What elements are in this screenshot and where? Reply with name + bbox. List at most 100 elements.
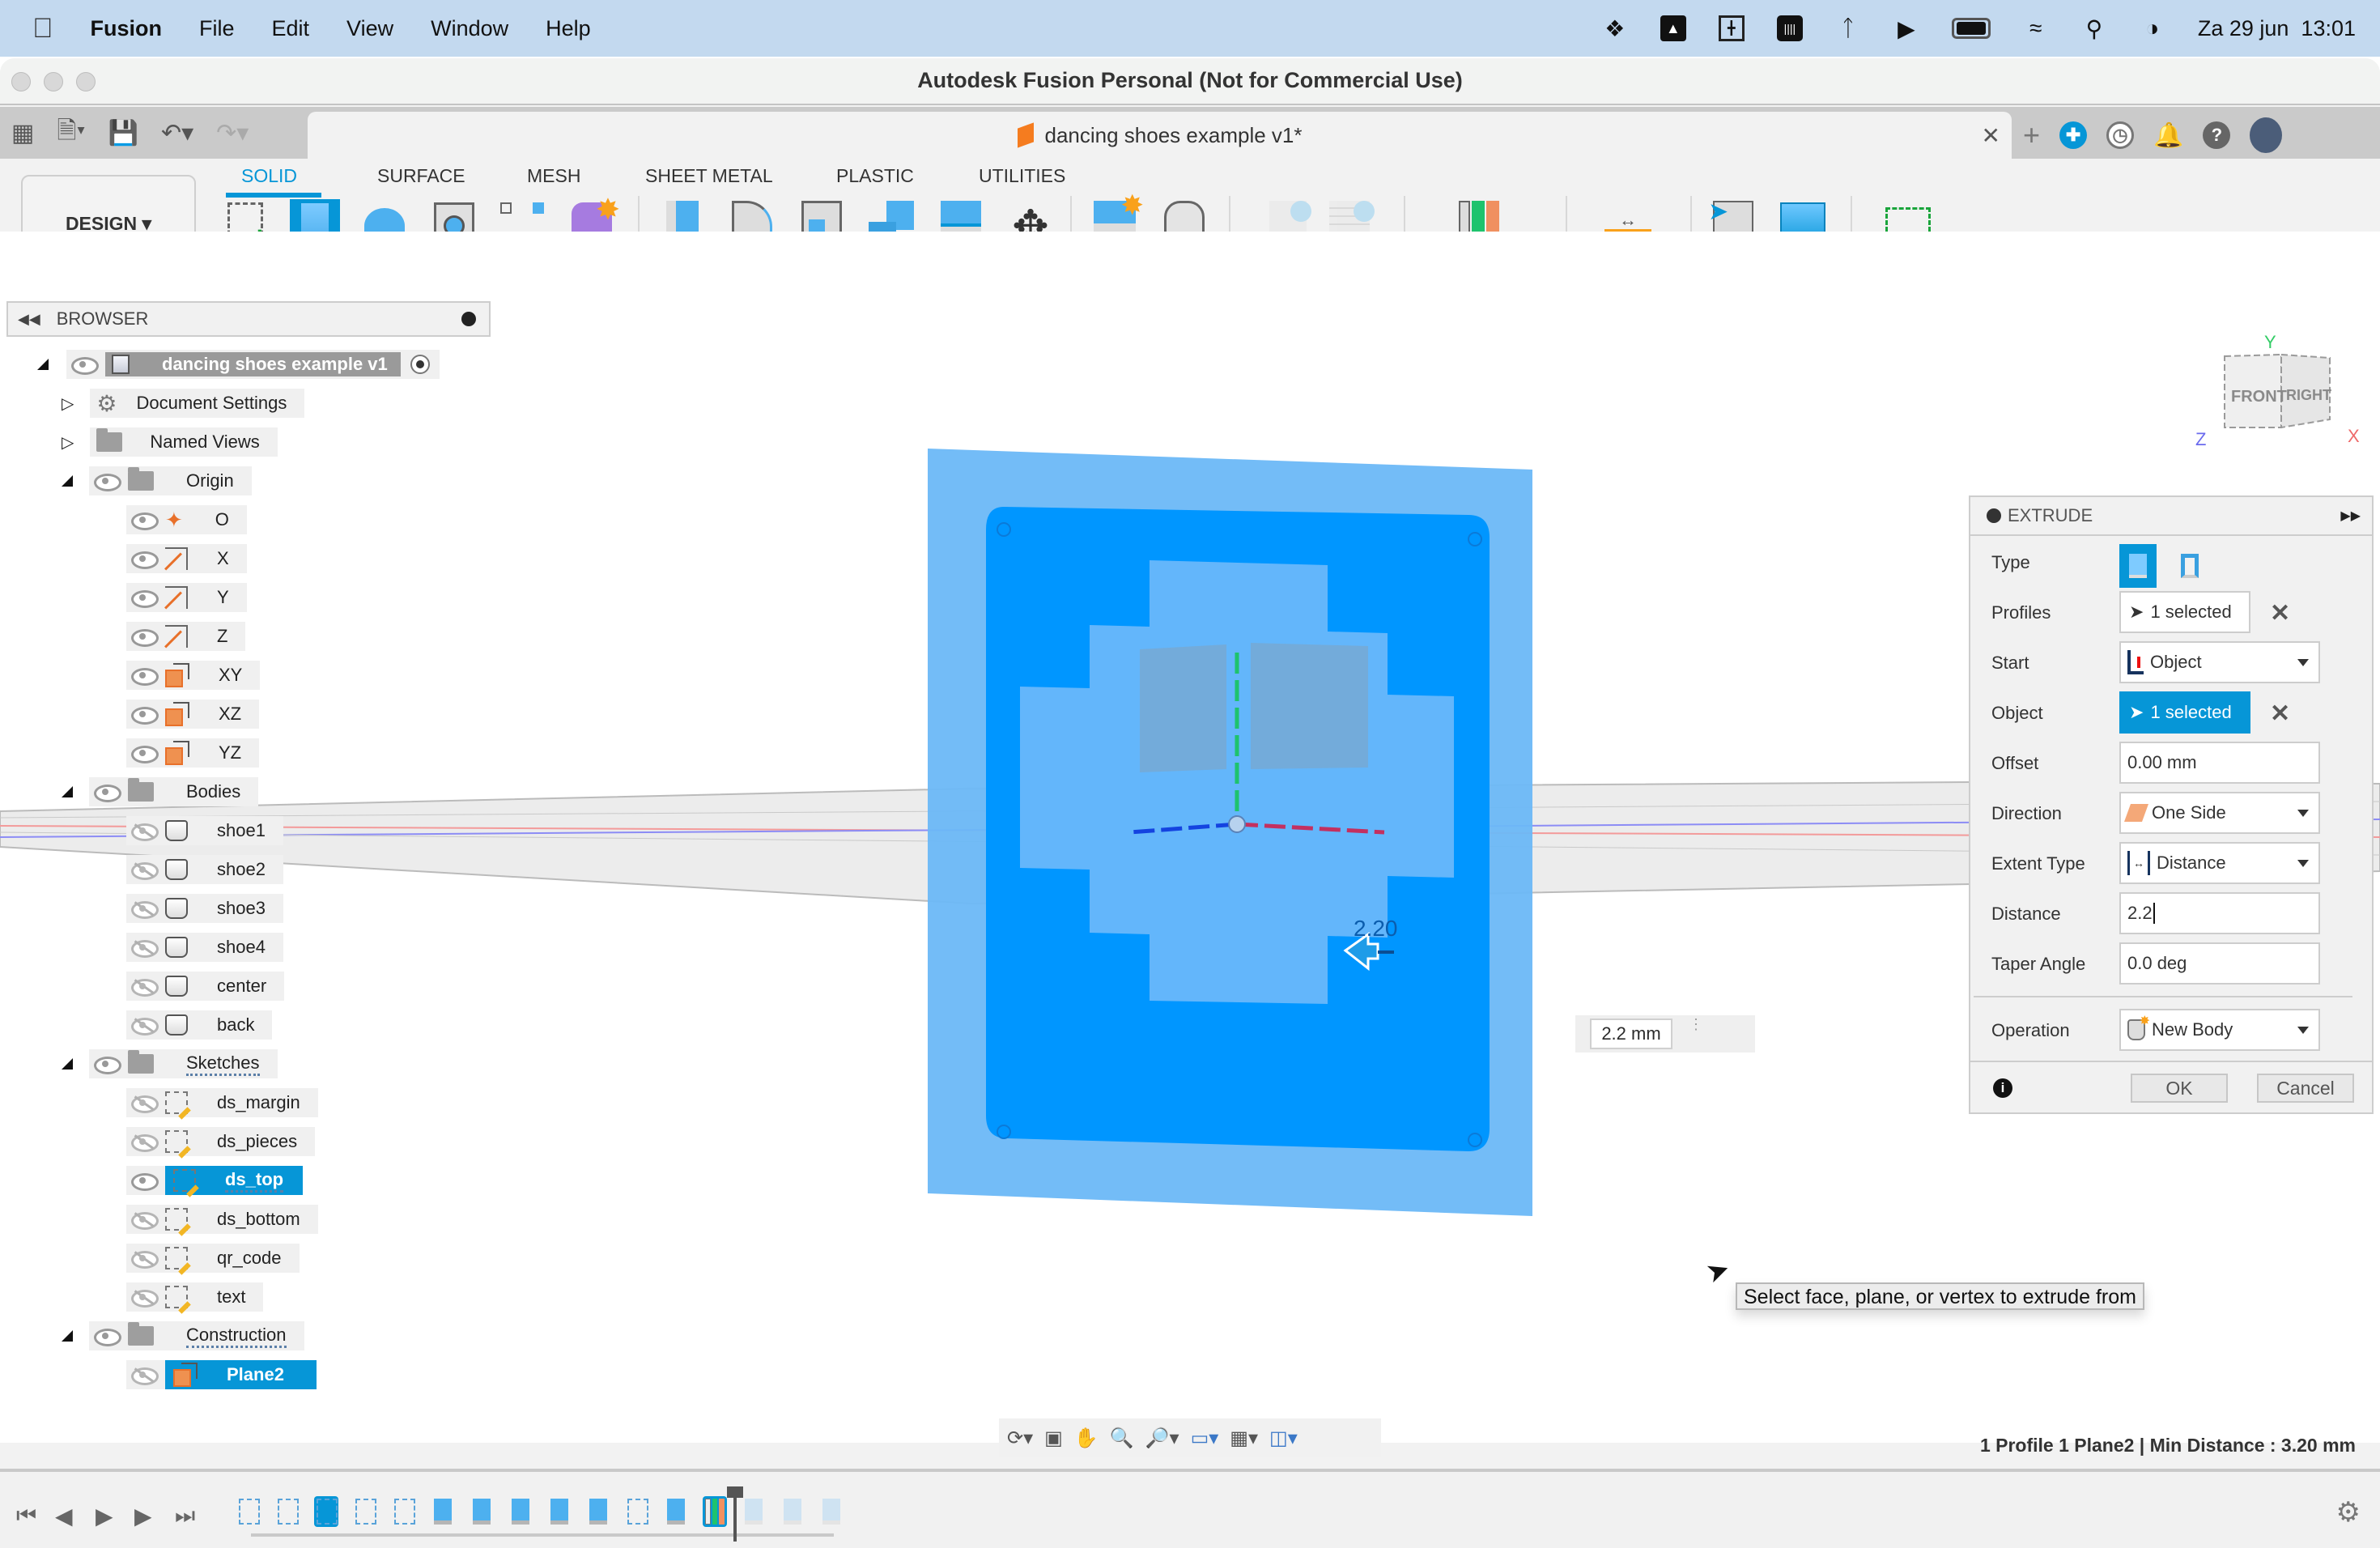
tree-item-body-back[interactable]: back bbox=[126, 1010, 273, 1040]
tree-item-sketch-ds_bottom[interactable]: ds_bottom bbox=[126, 1205, 318, 1234]
job-status-clock-icon[interactable]: ◷ bbox=[2106, 121, 2135, 149]
timeline-feature-sketch[interactable] bbox=[625, 1496, 649, 1527]
timeline-marker-head[interactable] bbox=[727, 1486, 743, 1498]
menu-help[interactable]: Help bbox=[546, 16, 591, 41]
visibility-eye-hidden-icon[interactable] bbox=[131, 823, 159, 841]
more-options-icon[interactable]: ⋮ bbox=[1689, 1017, 1703, 1031]
tree-origin-folder[interactable]: Origin bbox=[62, 466, 252, 495]
wifi-icon[interactable]: ≈ bbox=[2023, 15, 2049, 41]
extent-type-dropdown[interactable]: ↔ Distance bbox=[2119, 842, 2320, 884]
tree-item-body-shoe2[interactable]: shoe2 bbox=[126, 855, 283, 884]
tree-item-origin-xz[interactable]: XZ bbox=[126, 700, 260, 729]
profiles-selector[interactable]: ➤ 1 selected bbox=[2119, 591, 2250, 633]
visibility-eye-hidden-icon[interactable] bbox=[131, 1095, 159, 1113]
autodesk-icon[interactable]: ▲ bbox=[1660, 15, 1686, 41]
distance-inline-input[interactable]: 2.2 mm bbox=[1590, 1019, 1672, 1049]
menu-file[interactable]: File bbox=[199, 16, 235, 41]
timeline-feature-extrude[interactable] bbox=[586, 1496, 610, 1527]
tree-document-settings[interactable]: ▷ ⚙ Document Settings bbox=[62, 389, 305, 418]
object-selector[interactable]: ➤ 1 selected bbox=[2119, 691, 2250, 734]
ok-button[interactable]: OK bbox=[2131, 1074, 2228, 1103]
visibility-eye-icon[interactable] bbox=[71, 357, 99, 375]
keyboard-meter-icon[interactable]: |||| bbox=[1776, 15, 1803, 41]
timeline-feature-extrude[interactable] bbox=[664, 1496, 688, 1527]
grid-snaps-icon[interactable]: ▦▾ bbox=[1230, 1427, 1258, 1450]
visibility-eye-hidden-icon[interactable] bbox=[131, 940, 159, 958]
visibility-eye-icon[interactable] bbox=[94, 474, 121, 491]
tree-item-body-center[interactable]: center bbox=[126, 972, 285, 1001]
grid-app-icon[interactable]: ╋ bbox=[1718, 15, 1745, 41]
type-solid-button[interactable] bbox=[2119, 544, 2157, 588]
expand-triangle-icon[interactable] bbox=[62, 786, 73, 797]
visibility-eye-hidden-icon[interactable] bbox=[131, 1212, 159, 1230]
viewports-icon[interactable]: ◫▾ bbox=[1269, 1427, 1298, 1450]
timeline-feature-extrude[interactable] bbox=[508, 1496, 533, 1527]
activate-radio-icon[interactable] bbox=[410, 355, 430, 374]
help-icon[interactable]: ? bbox=[2203, 121, 2231, 149]
direction-dropdown[interactable]: One Side bbox=[2119, 792, 2320, 834]
collapse-browser-icon[interactable]: ◀◀ bbox=[18, 311, 40, 328]
visibility-eye-hidden-icon[interactable] bbox=[131, 979, 159, 997]
notifications-bell-icon[interactable]: 🔔 bbox=[2153, 121, 2183, 150]
apple-menu-icon[interactable]:  bbox=[32, 13, 53, 45]
visibility-eye-icon[interactable] bbox=[131, 707, 159, 725]
cancel-button[interactable]: Cancel bbox=[2257, 1074, 2354, 1103]
visibility-eye-icon[interactable] bbox=[131, 1173, 159, 1191]
undo-icon[interactable]: ↶▾ bbox=[161, 119, 193, 147]
visibility-eye-icon[interactable] bbox=[131, 629, 159, 647]
timeline-feature-sketch[interactable] bbox=[353, 1496, 377, 1527]
visibility-eye-hidden-icon[interactable] bbox=[131, 862, 159, 880]
type-thin-button[interactable] bbox=[2171, 544, 2208, 588]
timeline-feature-sketch[interactable] bbox=[314, 1496, 338, 1527]
new-tab-plus-icon[interactable]: + bbox=[2023, 118, 2040, 152]
offset-input[interactable]: 0.00 mm bbox=[2119, 742, 2320, 784]
timeline-feature-sketch[interactable] bbox=[275, 1496, 300, 1527]
tree-item-body-shoe3[interactable]: shoe3 bbox=[126, 894, 283, 923]
spotlight-search-icon[interactable]: ⚲ bbox=[2081, 15, 2107, 41]
expand-dialog-icon[interactable]: ▶▶ bbox=[2340, 508, 2361, 524]
expand-triangle-icon[interactable]: ▷ bbox=[62, 432, 74, 453]
save-icon[interactable]: 💾 bbox=[108, 119, 138, 147]
tab-utilities[interactable]: UTILITIES bbox=[979, 165, 1065, 187]
tree-root-document[interactable]: dancing shoes example v1 bbox=[37, 350, 440, 379]
timeline-go-to-start-icon[interactable]: ⏮ bbox=[16, 1503, 36, 1529]
visibility-eye-hidden-icon[interactable] bbox=[131, 901, 159, 919]
operation-dropdown[interactable]: ✸ New Body bbox=[2119, 1009, 2320, 1051]
taper-angle-input[interactable]: 0.0 deg bbox=[2119, 942, 2320, 985]
display-settings-icon[interactable]: ▭▾ bbox=[1191, 1427, 1219, 1450]
expand-triangle-icon[interactable] bbox=[37, 359, 49, 370]
tree-item-origin-yz[interactable]: YZ bbox=[126, 738, 260, 768]
tree-item-origin-xy[interactable]: XY bbox=[126, 661, 261, 690]
distance-input[interactable]: 2.2 bbox=[2119, 892, 2320, 934]
menu-app-name[interactable]: Fusion bbox=[91, 16, 163, 41]
tree-sketches-folder[interactable]: Sketches bbox=[62, 1049, 278, 1078]
tree-item-sketch-text[interactable]: text bbox=[126, 1282, 264, 1312]
collapse-dialog-icon[interactable] bbox=[1987, 508, 2001, 523]
look-at-icon[interactable]: ▣ bbox=[1044, 1427, 1063, 1450]
expand-triangle-icon[interactable] bbox=[62, 1330, 73, 1342]
redo-icon[interactable]: ↷▾ bbox=[216, 119, 249, 147]
timeline-feature-extrude[interactable] bbox=[431, 1496, 455, 1527]
menu-view[interactable]: View bbox=[346, 16, 393, 41]
tree-item-plane2[interactable]: Plane2 bbox=[126, 1360, 317, 1389]
menu-edit[interactable]: Edit bbox=[272, 16, 310, 41]
dropbox-icon[interactable]: ❖ bbox=[1602, 15, 1628, 41]
timeline-feature-sketch[interactable] bbox=[392, 1496, 416, 1527]
tree-item-origin-x[interactable]: X bbox=[126, 544, 247, 573]
info-icon[interactable]: i bbox=[1993, 1078, 2012, 1098]
timeline-go-to-end-icon[interactable]: ⏭ bbox=[175, 1503, 195, 1529]
zoom-icon[interactable]: 🔍 bbox=[1110, 1427, 1134, 1450]
tree-item-origin-y[interactable]: Y bbox=[126, 583, 247, 612]
orbit-icon[interactable]: ⟳▾ bbox=[1007, 1427, 1033, 1450]
tab-mesh[interactable]: MESH bbox=[527, 165, 580, 187]
clear-object-icon[interactable]: ✕ bbox=[2270, 700, 2290, 728]
play-circle-icon[interactable]: ▶ bbox=[1893, 15, 1919, 41]
timeline-feature-extrude[interactable] bbox=[547, 1496, 572, 1527]
visibility-eye-hidden-icon[interactable] bbox=[131, 1367, 159, 1385]
battery-icon[interactable] bbox=[1951, 18, 1991, 39]
timeline-play-icon[interactable]: ▶ bbox=[96, 1503, 113, 1529]
extensions-icon[interactable]: ✚ bbox=[2059, 121, 2088, 149]
timeline-settings-gear-icon[interactable]: ⚙ bbox=[2336, 1496, 2361, 1529]
timeline-feature-plane[interactable] bbox=[703, 1496, 727, 1527]
menu-window[interactable]: Window bbox=[431, 16, 508, 41]
